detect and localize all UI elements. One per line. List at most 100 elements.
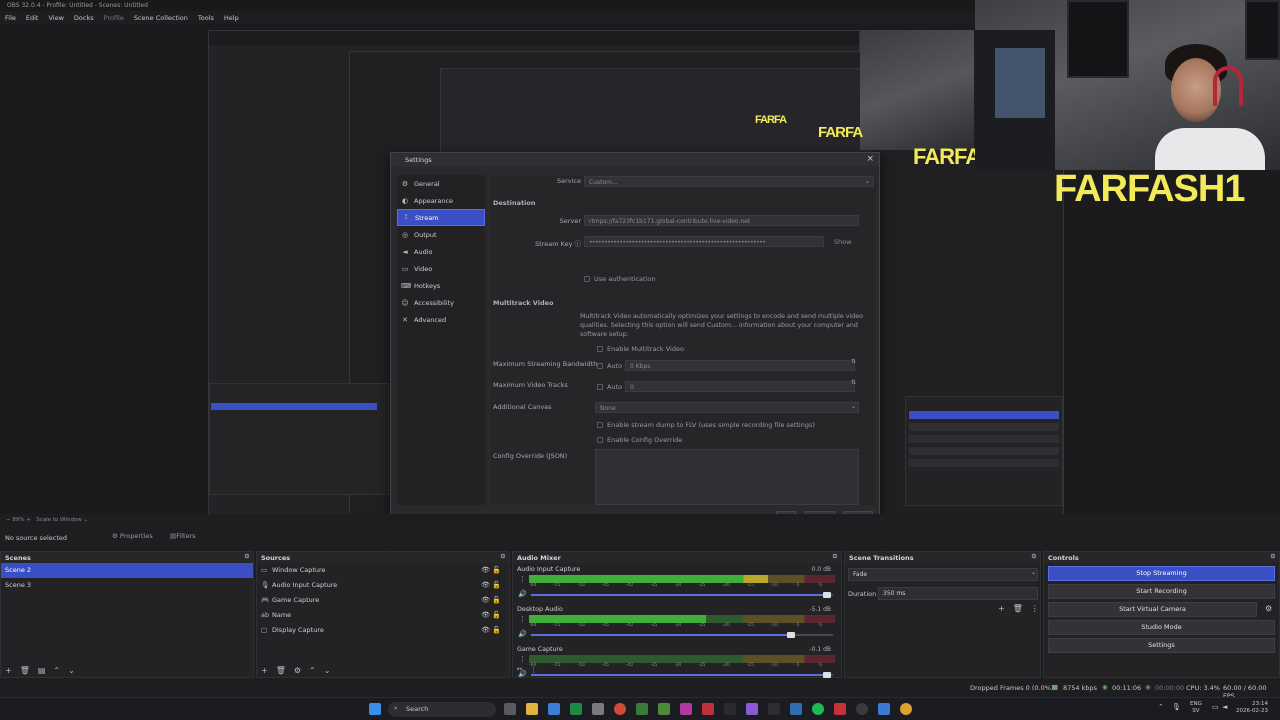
- slider-handle[interactable]: [822, 672, 831, 678]
- move-up-icon[interactable]: ⌃: [309, 666, 316, 675]
- app-icon[interactable]: [878, 703, 890, 715]
- source-item[interactable]: ▢ Display Capture 👁 🔓: [257, 623, 509, 638]
- obs-icon[interactable]: [856, 703, 868, 715]
- settings-button[interactable]: Settings: [1048, 638, 1275, 653]
- nav-output[interactable]: ◎ Output: [397, 226, 485, 243]
- app-icon[interactable]: [724, 703, 736, 715]
- slider-handle[interactable]: [786, 632, 795, 638]
- stream-key-input[interactable]: ••••••••••••••••••••••••••••••••••••••••…: [584, 236, 824, 247]
- nav-advanced[interactable]: ✕ Advanced: [397, 311, 485, 328]
- volume-slider[interactable]: [531, 672, 833, 678]
- source-item[interactable]: ▭ Window Capture 👁 🔓: [257, 563, 509, 578]
- nav-general[interactable]: ⚙ General: [397, 175, 485, 192]
- tracks-input[interactable]: 0: [625, 381, 855, 392]
- volume-slider[interactable]: [531, 632, 833, 638]
- move-up-icon[interactable]: ⌃: [53, 666, 60, 675]
- menu-tools[interactable]: Tools: [198, 12, 214, 24]
- add-icon[interactable]: +: [5, 666, 12, 675]
- app-icon[interactable]: [636, 703, 648, 715]
- lock-icon[interactable]: 🔓: [492, 626, 501, 634]
- slider-handle[interactable]: [822, 592, 831, 598]
- stop-streaming-button[interactable]: Stop Streaming: [1048, 566, 1275, 581]
- filters-button[interactable]: ▤Filters: [170, 532, 196, 540]
- transition-select[interactable]: Fade: [848, 568, 1038, 581]
- lock-icon[interactable]: 🔓: [492, 596, 501, 604]
- canvas-select[interactable]: None: [595, 402, 859, 413]
- filter-icon[interactable]: ▤: [38, 666, 46, 675]
- menu-file[interactable]: File: [5, 12, 16, 24]
- menu-profile[interactable]: Profile: [104, 12, 124, 24]
- app-icon[interactable]: [592, 703, 604, 715]
- clock[interactable]: 23:14 2026-02-23: [1236, 701, 1268, 715]
- app-icon[interactable]: [768, 703, 780, 715]
- gear-icon[interactable]: ⚙: [1265, 604, 1272, 613]
- popout-icon[interactable]: ⧉: [245, 553, 249, 561]
- close-icon[interactable]: ×: [866, 154, 874, 164]
- taskbar-search[interactable]: ⌕ Search: [388, 702, 496, 717]
- gear-icon[interactable]: ⚙: [294, 666, 301, 675]
- duration-input[interactable]: 350 ms: [878, 587, 1038, 600]
- scene-item[interactable]: Scene 3: [1, 578, 253, 593]
- lock-icon[interactable]: 🔓: [492, 611, 501, 619]
- menu-help[interactable]: Help: [224, 12, 239, 24]
- menu-view[interactable]: View: [48, 12, 63, 24]
- nav-audio[interactable]: ◄ Audio: [397, 243, 485, 260]
- flv-dump-checkbox[interactable]: Enable stream dump to FLV (uses simple r…: [597, 421, 815, 429]
- kebab-menu-icon[interactable]: ⋮: [1031, 604, 1039, 613]
- volume-slider[interactable]: [531, 592, 833, 598]
- lock-icon[interactable]: 🔓: [492, 581, 501, 589]
- menu-docks[interactable]: Docks: [74, 12, 94, 24]
- app-icon[interactable]: [900, 703, 912, 715]
- tray-chevron-icon[interactable]: ⌃: [1158, 703, 1164, 711]
- start-recording-button[interactable]: Start Recording: [1048, 584, 1275, 599]
- kebab-menu-icon[interactable]: ⋮: [519, 655, 526, 663]
- service-select[interactable]: Custom...: [584, 176, 874, 187]
- kebab-menu-icon[interactable]: ⋮: [519, 575, 526, 583]
- popout-icon[interactable]: ⧉: [1032, 553, 1036, 561]
- source-item[interactable]: 🎮 Game Capture 👁 🔓: [257, 593, 509, 608]
- trash-icon[interactable]: 🗑: [20, 666, 30, 675]
- nav-hotkeys[interactable]: ⌨ Hotkeys: [397, 277, 485, 294]
- chrome-icon[interactable]: [614, 703, 626, 715]
- add-icon[interactable]: +: [261, 666, 268, 675]
- move-down-icon[interactable]: ⌄: [324, 666, 331, 675]
- properties-button[interactable]: ⚙ Properties: [112, 532, 153, 540]
- nav-stream[interactable]: ⟟ Stream: [397, 209, 485, 226]
- adobe-icon[interactable]: [702, 703, 714, 715]
- speaker-icon[interactable]: 🔊: [518, 590, 527, 598]
- config-override-textarea[interactable]: [595, 449, 859, 505]
- tracks-auto-checkbox[interactable]: Auto: [597, 383, 622, 391]
- microphone-icon[interactable]: 🎙: [1172, 703, 1181, 711]
- scene-item[interactable]: Scene 2: [1, 563, 253, 578]
- file-explorer-icon[interactable]: [526, 703, 538, 715]
- add-icon[interactable]: +: [998, 604, 1005, 613]
- popout-icon[interactable]: ⧉: [501, 553, 505, 561]
- trash-icon[interactable]: 🗑: [276, 666, 286, 675]
- lock-icon[interactable]: 🔓: [492, 566, 501, 574]
- bandwidth-input[interactable]: 0 Kbps: [625, 360, 855, 371]
- kebab-menu-icon[interactable]: ⋮: [530, 666, 537, 674]
- start-virtual-camera-button[interactable]: Start Virtual Camera: [1048, 602, 1257, 617]
- nav-accessibility[interactable]: ☺ Accessibility: [397, 294, 485, 311]
- task-view-icon[interactable]: [504, 703, 516, 715]
- spotify-icon[interactable]: [812, 703, 824, 715]
- server-input[interactable]: rtmps://fa723fc1b171.global-contribute.l…: [584, 215, 859, 226]
- network-icon[interactable]: ▭: [1212, 703, 1219, 711]
- nav-video[interactable]: ▭ Video: [397, 260, 485, 277]
- kebab-menu-icon[interactable]: ⋮: [519, 615, 526, 623]
- language-indicator[interactable]: ENG SV: [1190, 701, 1202, 715]
- volume-icon[interactable]: ◄: [1222, 703, 1227, 711]
- enable-multitrack-checkbox[interactable]: Enable Multitrack Video: [597, 345, 684, 353]
- popout-icon[interactable]: ⧉: [833, 553, 837, 561]
- menu-edit[interactable]: Edit: [26, 12, 39, 24]
- source-item[interactable]: 🎙 Audio Input Capture 👁 🔓: [257, 578, 509, 593]
- app-icon[interactable]: [680, 703, 692, 715]
- excel-icon[interactable]: [570, 703, 582, 715]
- minecraft-icon[interactable]: [658, 703, 670, 715]
- use-auth-checkbox[interactable]: Use authentication: [584, 275, 655, 283]
- speaker-icon[interactable]: 🔊: [518, 630, 527, 638]
- store-icon[interactable]: [548, 703, 560, 715]
- move-down-icon[interactable]: ⌄: [68, 666, 75, 675]
- eye-icon[interactable]: 👁: [481, 596, 490, 604]
- eye-icon[interactable]: 👁: [481, 611, 490, 619]
